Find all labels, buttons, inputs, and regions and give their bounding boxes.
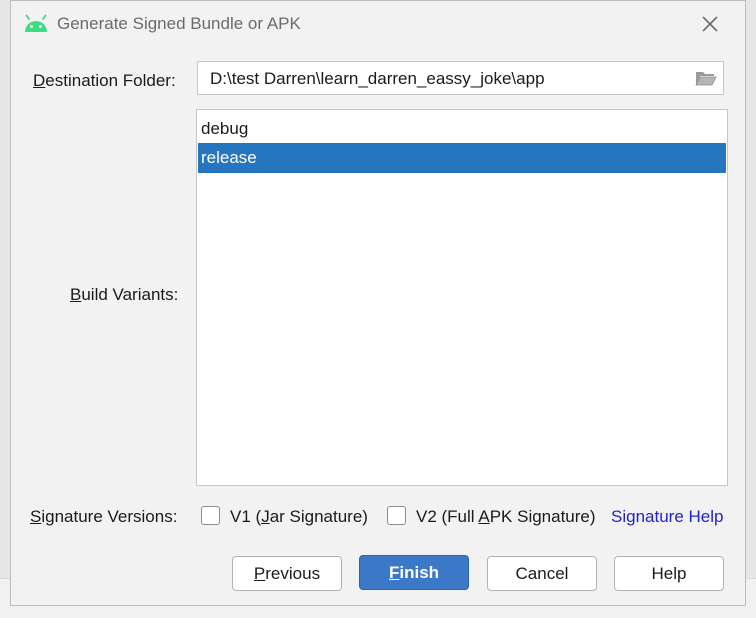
build-variants-list[interactable]: debug release — [196, 109, 728, 486]
build-variants-label: Build Variants: — [70, 285, 179, 304]
generate-signed-apk-dialog: Generate Signed Bundle or APK Destinatio… — [10, 0, 746, 606]
destination-folder-label: Destination Folder: — [33, 71, 176, 90]
list-item-release[interactable]: release — [198, 143, 726, 173]
v1-jar-signature-checkbox[interactable] — [201, 506, 220, 525]
dialog-titlebar: Generate Signed Bundle or APK — [11, 1, 745, 47]
signature-versions-label: Signature Versions: — [30, 507, 178, 526]
close-icon — [702, 16, 718, 32]
v2-full-apk-signature-checkbox[interactable] — [387, 506, 406, 525]
folder-open-icon[interactable] — [695, 69, 717, 87]
close-button[interactable] — [697, 11, 723, 37]
destination-folder-value[interactable]: D:\test Darren\learn_darren_eassy_joke\a… — [210, 69, 545, 89]
cancel-button[interactable]: Cancel — [487, 556, 597, 591]
help-button[interactable]: Help — [614, 556, 724, 591]
finish-button[interactable]: Finish — [359, 555, 469, 590]
destination-folder-field[interactable]: D:\test Darren\learn_darren_eassy_joke\a… — [197, 61, 724, 95]
signature-help-link[interactable]: Signature Help — [611, 507, 723, 527]
v1-jar-signature-label[interactable]: V1 (Jar Signature) — [230, 507, 368, 527]
android-icon — [25, 14, 47, 32]
previous-button[interactable]: Previous — [232, 556, 342, 591]
v2-full-apk-signature-label[interactable]: V2 (Full APK Signature) — [416, 507, 596, 527]
list-item-debug[interactable]: debug — [198, 114, 726, 144]
dialog-title: Generate Signed Bundle or APK — [57, 14, 301, 33]
